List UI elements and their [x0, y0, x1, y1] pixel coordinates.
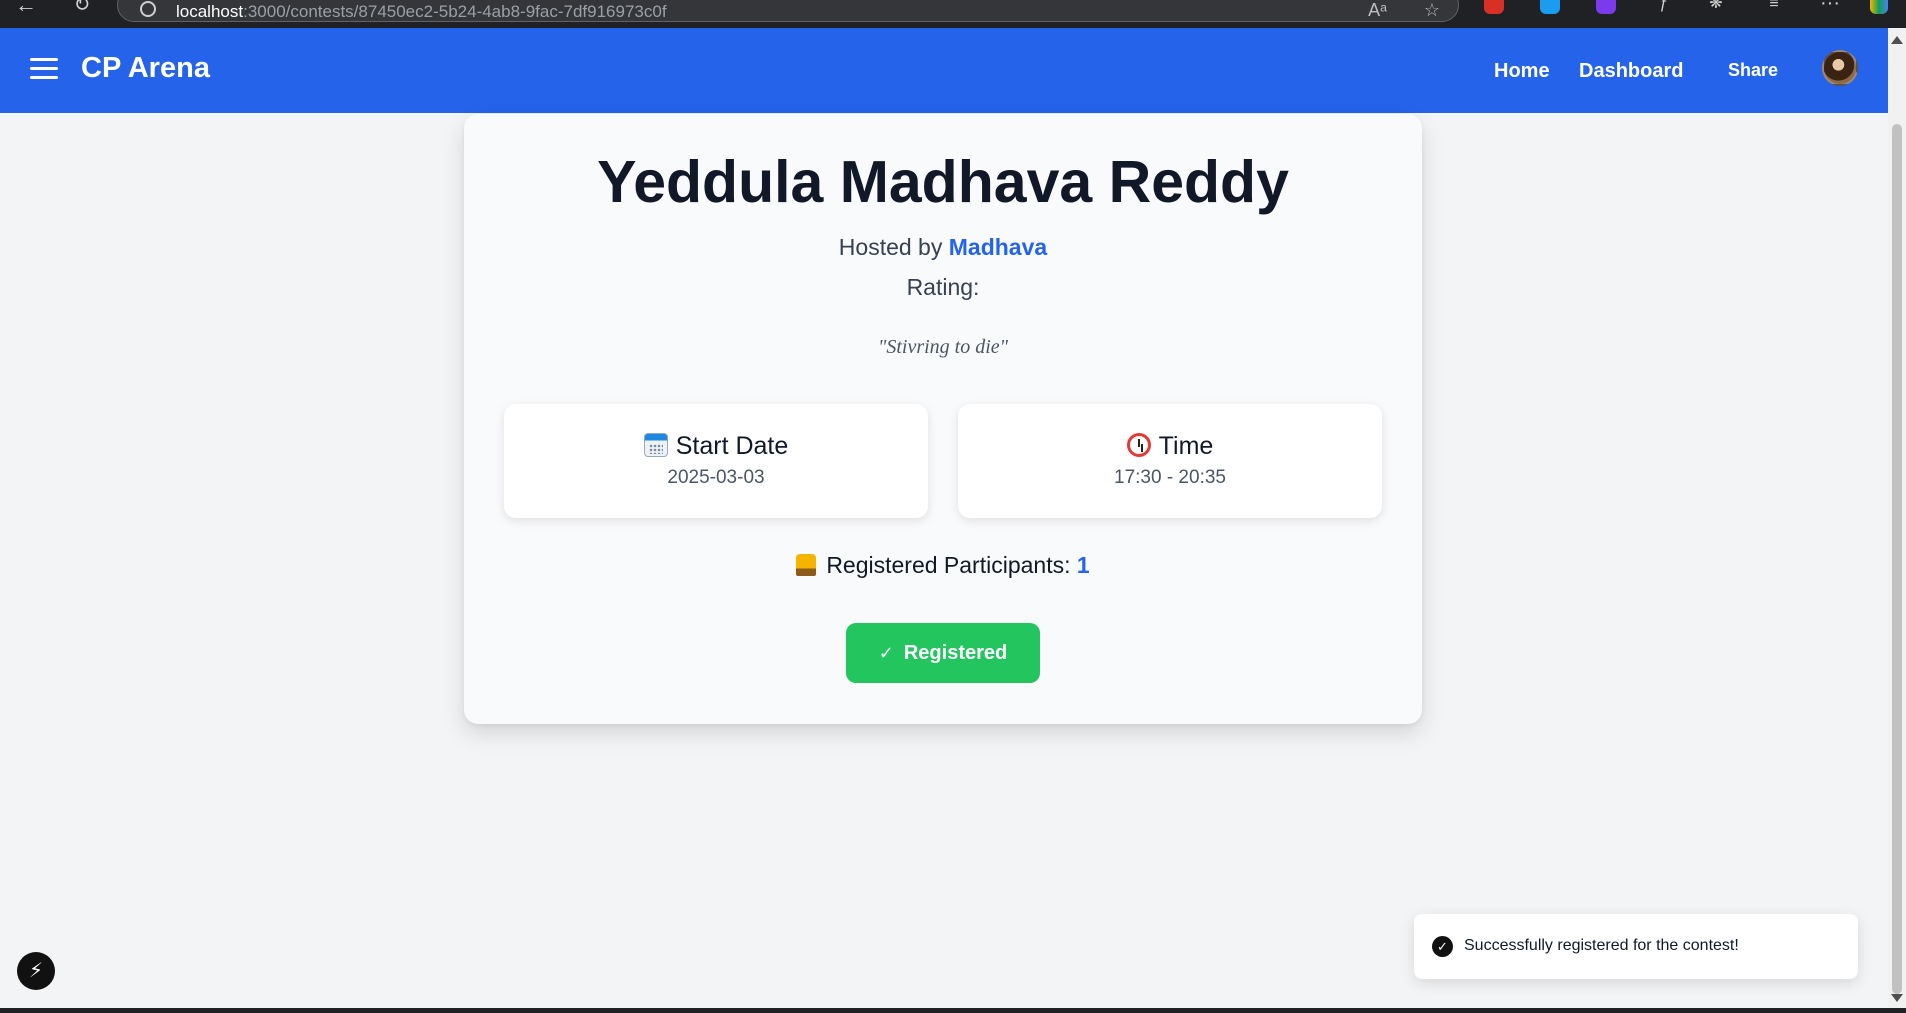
formula-extension-icon[interactable]: ƒ	[1650, 0, 1678, 20]
share-button[interactable]: Share	[1728, 60, 1778, 81]
toast-message: Successfully registered for the contest!	[1464, 937, 1739, 954]
app-header: CP Arena Home Dashboard Share	[0, 28, 1888, 113]
url-host: localhost	[176, 2, 244, 21]
time-label: Time	[1158, 432, 1214, 460]
time-heading: Time	[958, 432, 1382, 461]
extension-blue-icon[interactable]	[1540, 0, 1560, 14]
extensions-puzzle-icon[interactable]: ❋	[1702, 0, 1730, 20]
calendar-icon	[643, 433, 668, 457]
brand-logo[interactable]: CP Arena	[81, 52, 210, 85]
success-toast: ✓ Successfully registered for the contes…	[1414, 914, 1858, 979]
window-bottom-border	[0, 1008, 1906, 1013]
trophy-icon	[796, 554, 817, 576]
page-scrollbar[interactable]	[1888, 28, 1906, 1013]
scroll-down-arrow-icon[interactable]	[1891, 994, 1903, 1002]
rating-label: Rating:	[906, 274, 980, 300]
scroll-up-arrow-icon[interactable]	[1891, 36, 1903, 44]
nav-dashboard-link[interactable]: Dashboard	[1579, 60, 1683, 83]
start-date-value: 2025-03-03	[667, 467, 765, 488]
hosted-by-label: Hosted by	[838, 234, 943, 260]
contest-title: Yeddula Madhava Reddy	[597, 149, 1289, 215]
participants-label: Registered Participants:	[826, 552, 1071, 578]
nav-home-link[interactable]: Home	[1494, 60, 1550, 83]
site-info-icon[interactable]	[140, 1, 156, 17]
registered-participants: Registered Participants: 1	[464, 552, 1422, 579]
registered-button-label: Registered	[903, 642, 1008, 664]
url-path: :3000/contests/87450ec2-5b24-4ab8-9fac-7…	[243, 2, 667, 21]
lightning-bolt-icon[interactable]: ⚡︎	[17, 952, 55, 990]
check-icon: ✓	[878, 643, 894, 663]
time-value: 17:30 - 20:35	[1114, 467, 1226, 488]
more-menu-icon[interactable]: ···	[1816, 0, 1844, 20]
host-name-link[interactable]: Madhava	[949, 234, 1047, 260]
extension-purple-icon[interactable]	[1596, 0, 1616, 14]
contest-card: Yeddula Madhava Reddy Hosted by Madhava …	[464, 114, 1422, 724]
avatar[interactable]	[1822, 50, 1858, 86]
start-date-label: Start Date	[675, 432, 789, 460]
extension-red-icon[interactable]	[1484, 0, 1504, 14]
address-bar[interactable]: localhost:3000/contests/87450ec2-5b24-4a…	[117, 0, 1459, 22]
check-circle-icon: ✓	[1432, 936, 1453, 957]
start-date-heading: Start Date	[504, 432, 928, 461]
start-date-card: Start Date 2025-03-03	[504, 404, 928, 518]
alarm-clock-icon	[1126, 433, 1151, 457]
browser-toolbar: ← ↻ localhost:3000/contests/87450ec2-5b2…	[0, 0, 1906, 28]
participants-count: 1	[1076, 552, 1090, 578]
hamburger-menu-icon[interactable]	[30, 58, 58, 82]
scrollbar-thumb[interactable]	[1892, 124, 1902, 994]
back-arrow-icon[interactable]: ←	[12, 0, 40, 20]
hosted-by-line: Hosted by Madhava	[464, 234, 1422, 261]
registered-button[interactable]: ✓ Registered	[846, 623, 1040, 683]
time-card: Time 17:30 - 20:35	[958, 404, 1382, 518]
favorite-star-icon[interactable]: ☆	[1424, 0, 1440, 20]
copilot-icon[interactable]	[1870, 0, 1888, 14]
favorites-list-icon[interactable]: ≡	[1760, 0, 1788, 20]
read-aloud-icon[interactable]: Aᵃ	[1368, 0, 1387, 20]
contest-quote: "Stivring to die"	[877, 336, 1009, 358]
reload-icon[interactable]: ↻	[68, 0, 96, 20]
